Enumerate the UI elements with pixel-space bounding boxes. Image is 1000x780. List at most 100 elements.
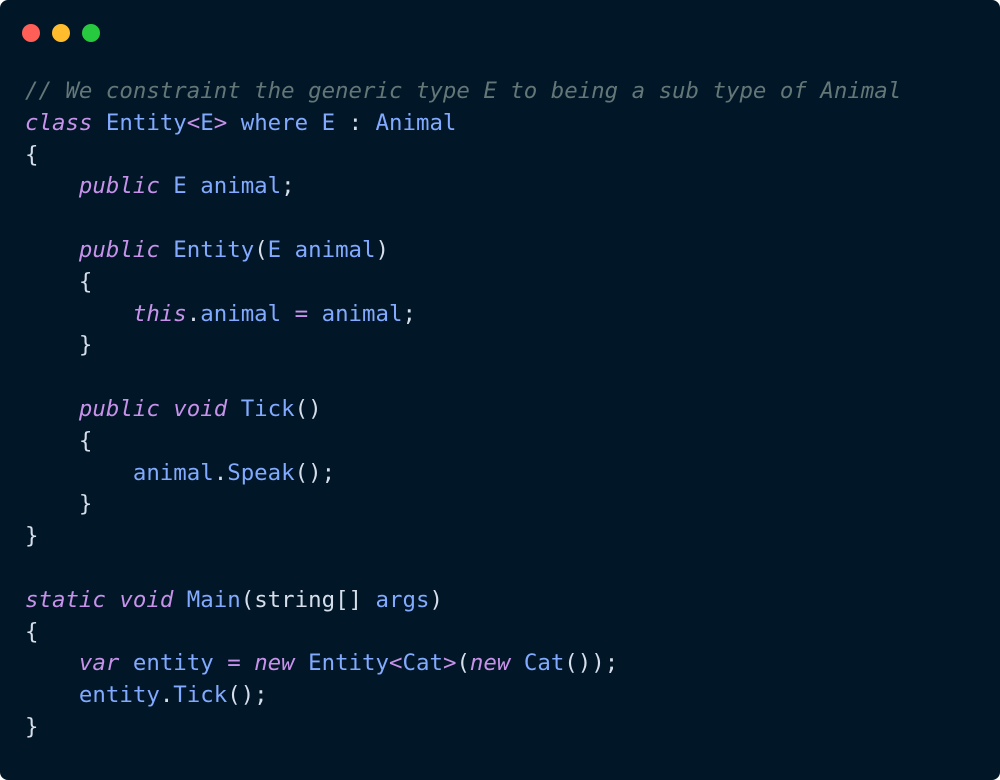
code-token-punct: }: [25, 523, 39, 550]
code-line: animal.Speak();: [25, 458, 901, 490]
minimize-icon[interactable]: [52, 24, 70, 42]
code-token-ident: entity: [78, 682, 160, 709]
code-token-op: <: [389, 650, 403, 677]
code-line: // We constraint the generic type E to b…: [25, 76, 901, 108]
code-token-punct: ();: [294, 459, 336, 486]
code-token-punct: .: [213, 459, 228, 486]
code-token-ident: Main: [173, 586, 241, 613]
code-token-keyword: var: [78, 650, 120, 677]
code-token-punct: {: [25, 618, 39, 645]
code-token-ident: E animal: [159, 173, 282, 200]
maximize-icon[interactable]: [82, 24, 100, 42]
code-token-ident: entity: [119, 650, 228, 677]
code-token-punct: .: [159, 682, 174, 709]
code-token-keyword: new: [254, 650, 295, 677]
code-line: }: [25, 489, 901, 521]
code-token-punct: :: [348, 109, 363, 136]
code-token-keyword: void: [173, 395, 228, 422]
code-token-ident: animal: [132, 459, 214, 486]
code-token-ident: args: [362, 586, 430, 613]
code-token-plain: string[]: [254, 586, 363, 613]
code-token-punct: {: [25, 268, 93, 295]
code-line: static void Main(string[] args): [25, 585, 901, 617]
code-token-ident: animal: [308, 300, 403, 327]
code-token-keyword: public: [78, 173, 160, 200]
code-line: }: [25, 330, 901, 362]
code-line: entity.Tick();: [25, 680, 901, 712]
code-line: {: [25, 140, 901, 172]
code-token-ident: Entity: [159, 236, 255, 263]
code-token-punct: {: [25, 427, 93, 454]
code-token-keyword: class: [25, 109, 93, 136]
code-token-ident: E animal: [267, 236, 376, 263]
code-line: public Entity(E animal): [25, 235, 901, 267]
code-token-keyword: new: [469, 650, 511, 677]
code-token-keyword: public: [78, 236, 160, 263]
code-line: {: [25, 267, 901, 299]
code-token-keyword: public: [78, 395, 160, 422]
code-token-ident: Entity: [294, 650, 390, 677]
code-token-keyword: void: [119, 586, 174, 613]
code-token-punct: (: [456, 650, 470, 677]
code-line: var entity = new Entity<Cat>(new Cat());: [25, 648, 901, 680]
code-token-ident: where E: [227, 109, 349, 136]
code-line: }: [25, 712, 901, 744]
code-token-punct: (: [254, 236, 268, 263]
code-token-op: >: [442, 650, 457, 677]
window-controls: [22, 24, 100, 42]
code-token-punct: ;: [281, 173, 295, 200]
code-line: {: [25, 617, 901, 649]
code-token-punct: ): [375, 236, 389, 263]
code-token-op: <: [186, 109, 201, 136]
code-token-punct: }: [25, 332, 93, 359]
code-line: public E animal;: [25, 171, 901, 203]
code-token-punct: {: [25, 141, 39, 168]
code-token-ident: Tick: [227, 395, 295, 422]
code-line: this.animal = animal;: [25, 299, 901, 331]
code-token-punct: (): [294, 395, 322, 422]
code-token-type: Cat: [402, 650, 443, 677]
code-token-punct: (: [240, 586, 255, 613]
code-token-punct: ();: [227, 682, 268, 709]
code-token-ident: animal: [200, 300, 295, 327]
code-block: // We constraint the generic type E to b…: [25, 76, 901, 744]
code-token-op: =: [294, 300, 309, 327]
code-token-punct: ): [429, 586, 443, 613]
code-token-ident: Cat: [510, 650, 565, 677]
code-token-op: =: [227, 650, 241, 677]
code-token-keyword: this: [132, 300, 187, 327]
code-token-op: >: [213, 109, 228, 136]
code-line: class Entity<E> where E : Animal: [25, 108, 901, 140]
code-token-punct: ());: [564, 650, 619, 677]
code-line: }: [25, 521, 901, 553]
code-token-type: Entity: [105, 109, 187, 136]
code-token-punct: }: [25, 491, 93, 518]
code-token-keyword: static: [25, 586, 106, 613]
code-token-punct: ;: [402, 300, 416, 327]
code-token-punct: .: [186, 300, 201, 327]
close-icon[interactable]: [22, 24, 40, 42]
code-token-ident: Speak: [227, 459, 295, 486]
code-token-punct: }: [25, 713, 39, 740]
code-line: public void Tick(): [25, 394, 901, 426]
code-line: {: [25, 426, 901, 458]
code-token-comment: // We constraint the generic type E to b…: [25, 78, 902, 104]
code-token-type: E: [200, 109, 214, 136]
code-token-type: Animal: [362, 109, 457, 136]
code-window: // We constraint the generic type E to b…: [0, 0, 1000, 780]
code-token-ident: Tick: [173, 682, 228, 709]
